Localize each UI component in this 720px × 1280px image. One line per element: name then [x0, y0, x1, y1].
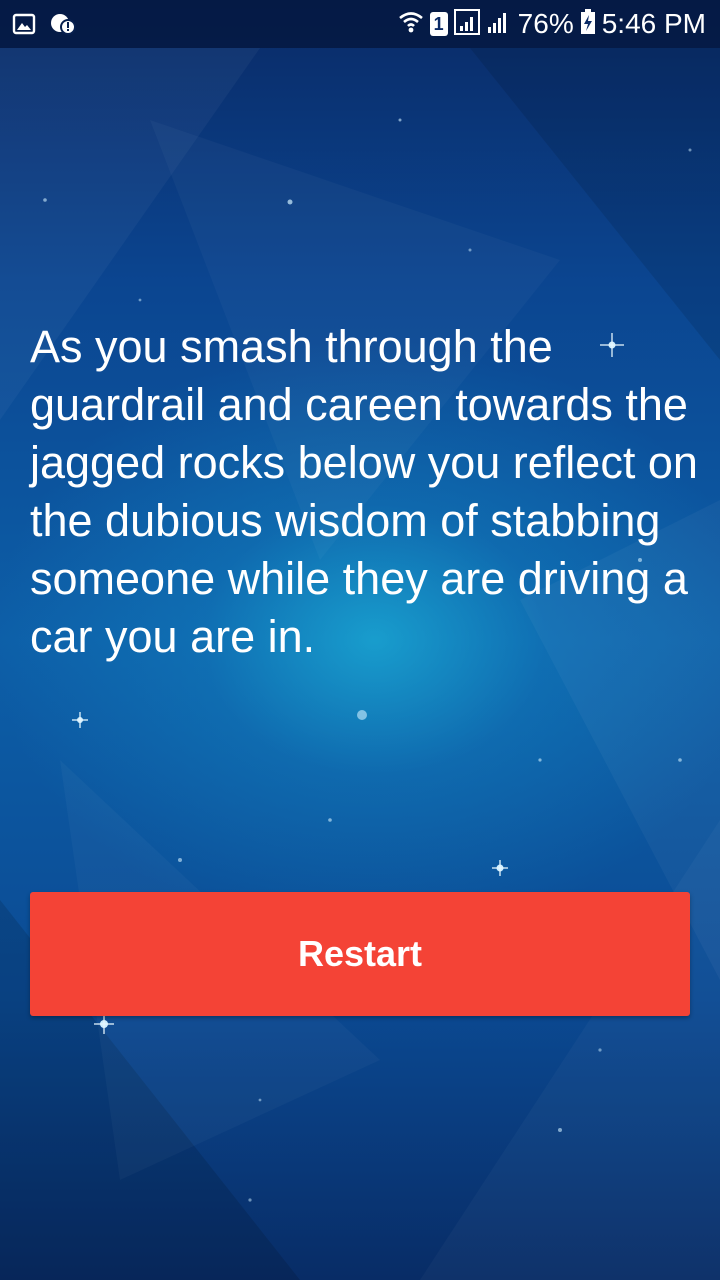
- story-text: As you smash through the guardrail and c…: [30, 321, 698, 662]
- status-bar: 1 76% 5:46 PM: [0, 0, 720, 48]
- game-screen: 1 76% 5:46 PM As you smash through the g…: [0, 0, 720, 1280]
- battery-percentage: 76%: [517, 8, 574, 39]
- signal-icon: [486, 9, 512, 40]
- wifi-icon: [398, 9, 424, 40]
- gallery-icon: [12, 12, 36, 41]
- battery-charging-icon: [580, 8, 596, 40]
- notification-icons: [12, 12, 76, 41]
- alert-icon: [50, 12, 76, 41]
- signal-icon: [453, 8, 480, 40]
- clock: 5:46 PM: [601, 8, 706, 39]
- system-indicators: 1 76% 5:46 PM: [398, 8, 706, 40]
- sim-icon: 1: [429, 12, 448, 36]
- restart-button[interactable]: Restart: [30, 892, 690, 1016]
